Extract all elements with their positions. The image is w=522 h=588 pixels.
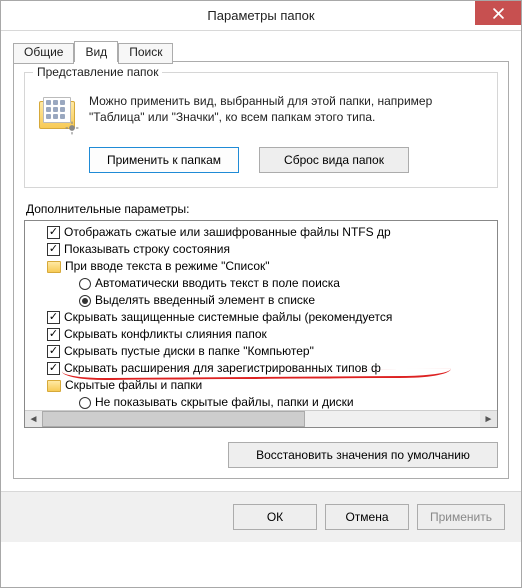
checkbox-icon[interactable] (47, 345, 60, 358)
checkbox-icon[interactable] (47, 328, 60, 341)
scroll-left-arrow-icon[interactable]: ◄ (25, 411, 42, 427)
title-bar: Параметры папок (1, 1, 521, 31)
restore-defaults-button[interactable]: Восстановить значения по умолчанию (228, 442, 498, 468)
tree-item-select-typed[interactable]: Выделять введенный элемент в списке (29, 292, 498, 309)
radio-icon[interactable] (79, 278, 91, 290)
folder-views-text: Можно применить вид, выбранный для этой … (89, 93, 485, 125)
tab-general[interactable]: Общие (13, 43, 74, 64)
tree-item-label: Скрывать расширения для зарегистрированн… (64, 360, 381, 377)
tree-item-label: Автоматически вводить текст в поле поиск… (95, 275, 340, 292)
dialog-content: Общие Вид Поиск Представление папок Можн… (1, 31, 521, 491)
checkbox-icon[interactable] (47, 226, 60, 239)
tree-item-label: Отображать сжатые или зашифрованные файл… (64, 224, 391, 241)
reset-folders-label: Сброс вида папок (284, 153, 384, 167)
folder-icon (47, 380, 61, 392)
advanced-settings-label: Дополнительные параметры: (26, 202, 498, 216)
ok-label: ОК (267, 510, 283, 524)
scroll-right-arrow-icon[interactable]: ► (480, 411, 497, 427)
tree-item-hide-merge-conflicts[interactable]: Скрывать конфликты слияния папок (29, 326, 498, 343)
tree-item-label: Показывать строку состояния (64, 241, 230, 258)
tab-search[interactable]: Поиск (118, 43, 173, 64)
tree-item-label: Скрывать защищенные системные файлы (рек… (64, 309, 392, 326)
tree-group-hidden-files: Скрытые файлы и папки (29, 377, 498, 394)
tree-item-label: Выделять введенный элемент в списке (95, 292, 315, 309)
tree-group-list-typing: При вводе текста в режиме "Список" (29, 258, 498, 275)
tab-view-label: Вид (85, 45, 107, 59)
gear-icon (65, 121, 79, 135)
tree-item-hide-protected-os[interactable]: Скрывать защищенные системные файлы (рек… (29, 309, 498, 326)
apply-to-folders-button[interactable]: Применить к папкам (89, 147, 239, 173)
window-title: Параметры папок (207, 8, 314, 23)
folder-views-legend: Представление папок (33, 65, 162, 79)
tree-item-label: Скрывать пустые диски в папке "Компьютер… (64, 343, 314, 360)
tree-item-auto-type-search[interactable]: Автоматически вводить текст в поле поиск… (29, 275, 498, 292)
scroll-track[interactable] (42, 411, 480, 427)
checkbox-icon[interactable] (47, 362, 60, 375)
scroll-thumb[interactable] (42, 411, 305, 427)
tab-strip: Общие Вид Поиск (13, 41, 509, 62)
close-icon (493, 8, 504, 19)
tree-item-label: При вводе текста в режиме "Список" (65, 258, 270, 275)
tree-item-label: Не показывать скрытые файлы, папки и дис… (95, 394, 354, 411)
ok-button[interactable]: ОК (233, 504, 317, 530)
apply-button: Применить (417, 504, 505, 530)
horizontal-scrollbar[interactable]: ◄ ► (25, 410, 497, 427)
tab-view[interactable]: Вид (74, 41, 118, 62)
folder-icon (47, 261, 61, 273)
checkbox-icon[interactable] (47, 243, 60, 256)
radio-icon[interactable] (79, 397, 91, 409)
tree-item-ntfs-color[interactable]: Отображать сжатые или зашифрованные файл… (29, 224, 498, 241)
tree-item-status-bar[interactable]: Показывать строку состояния (29, 241, 498, 258)
folder-views-group: Представление папок Можно применить вид,… (24, 72, 498, 188)
tree-item-dont-show-hidden[interactable]: Не показывать скрытые файлы, папки и дис… (29, 394, 498, 411)
apply-to-folders-label: Применить к папкам (107, 153, 221, 167)
advanced-settings-tree[interactable]: Отображать сжатые или зашифрованные файл… (24, 220, 498, 428)
tree-item-label: Скрывать конфликты слияния папок (64, 326, 267, 343)
tree-item-hide-empty-drives[interactable]: Скрывать пустые диски в папке "Компьютер… (29, 343, 498, 360)
tab-panel-view: Представление папок Можно применить вид,… (13, 61, 509, 479)
folder-options-icon (37, 93, 77, 133)
tab-search-label: Поиск (129, 45, 162, 59)
dialog-button-row: ОК Отмена Применить (1, 491, 521, 542)
tree-item-hide-extensions[interactable]: Скрывать расширения для зарегистрированн… (29, 360, 498, 377)
checkbox-icon[interactable] (47, 311, 60, 324)
reset-folders-button[interactable]: Сброс вида папок (259, 147, 409, 173)
cancel-button[interactable]: Отмена (325, 504, 409, 530)
radio-icon[interactable] (79, 295, 91, 307)
cancel-label: Отмена (345, 510, 388, 524)
apply-label: Применить (430, 510, 492, 524)
restore-defaults-label: Восстановить значения по умолчанию (256, 448, 470, 462)
tree-item-label: Скрытые файлы и папки (65, 377, 202, 394)
close-button[interactable] (475, 1, 521, 25)
tab-general-label: Общие (24, 45, 63, 59)
